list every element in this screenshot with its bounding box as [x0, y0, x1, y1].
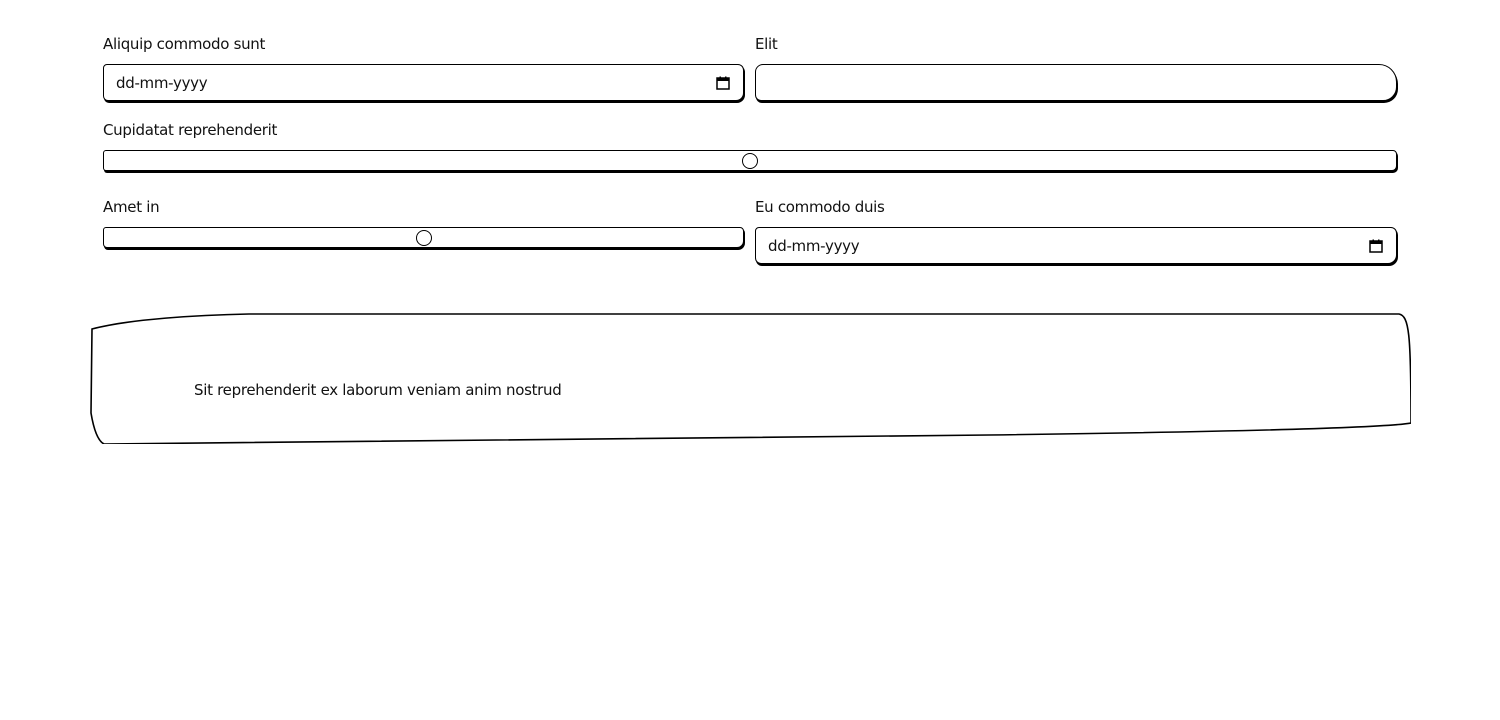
elit-label: Elit	[755, 35, 778, 53]
date-placeholder: dd-mm-yyyy	[768, 236, 860, 255]
aliquip-commodo-sunt-date-input[interactable]: dd-mm-yyyy	[103, 64, 744, 101]
slider-thumb[interactable]	[415, 229, 432, 246]
elit-text-input[interactable]	[755, 64, 1397, 101]
cupidatat-reprehenderit-range-slider[interactable]	[103, 150, 1397, 171]
form-page: Aliquip commodo sunt dd-mm-yyyy Elit Cup…	[0, 0, 1500, 720]
cupidatat-reprehenderit-label: Cupidatat reprehenderit	[103, 121, 278, 139]
banner-text: Sit reprehenderit ex laborum veniam anim…	[194, 381, 562, 399]
eu-commodo-duis-label: Eu commodo duis	[755, 198, 885, 216]
banner: Sit reprehenderit ex laborum veniam anim…	[89, 313, 1411, 444]
amet-in-range-slider[interactable]	[103, 227, 744, 248]
amet-in-label: Amet in	[103, 198, 160, 216]
calendar-icon[interactable]	[716, 76, 730, 90]
calendar-icon[interactable]	[1369, 239, 1383, 253]
aliquip-commodo-sunt-label: Aliquip commodo sunt	[103, 35, 266, 53]
slider-thumb[interactable]	[742, 152, 758, 169]
banner-outline	[90, 313, 1411, 444]
eu-commodo-duis-date-input[interactable]: dd-mm-yyyy	[755, 227, 1397, 264]
date-placeholder: dd-mm-yyyy	[116, 73, 208, 92]
